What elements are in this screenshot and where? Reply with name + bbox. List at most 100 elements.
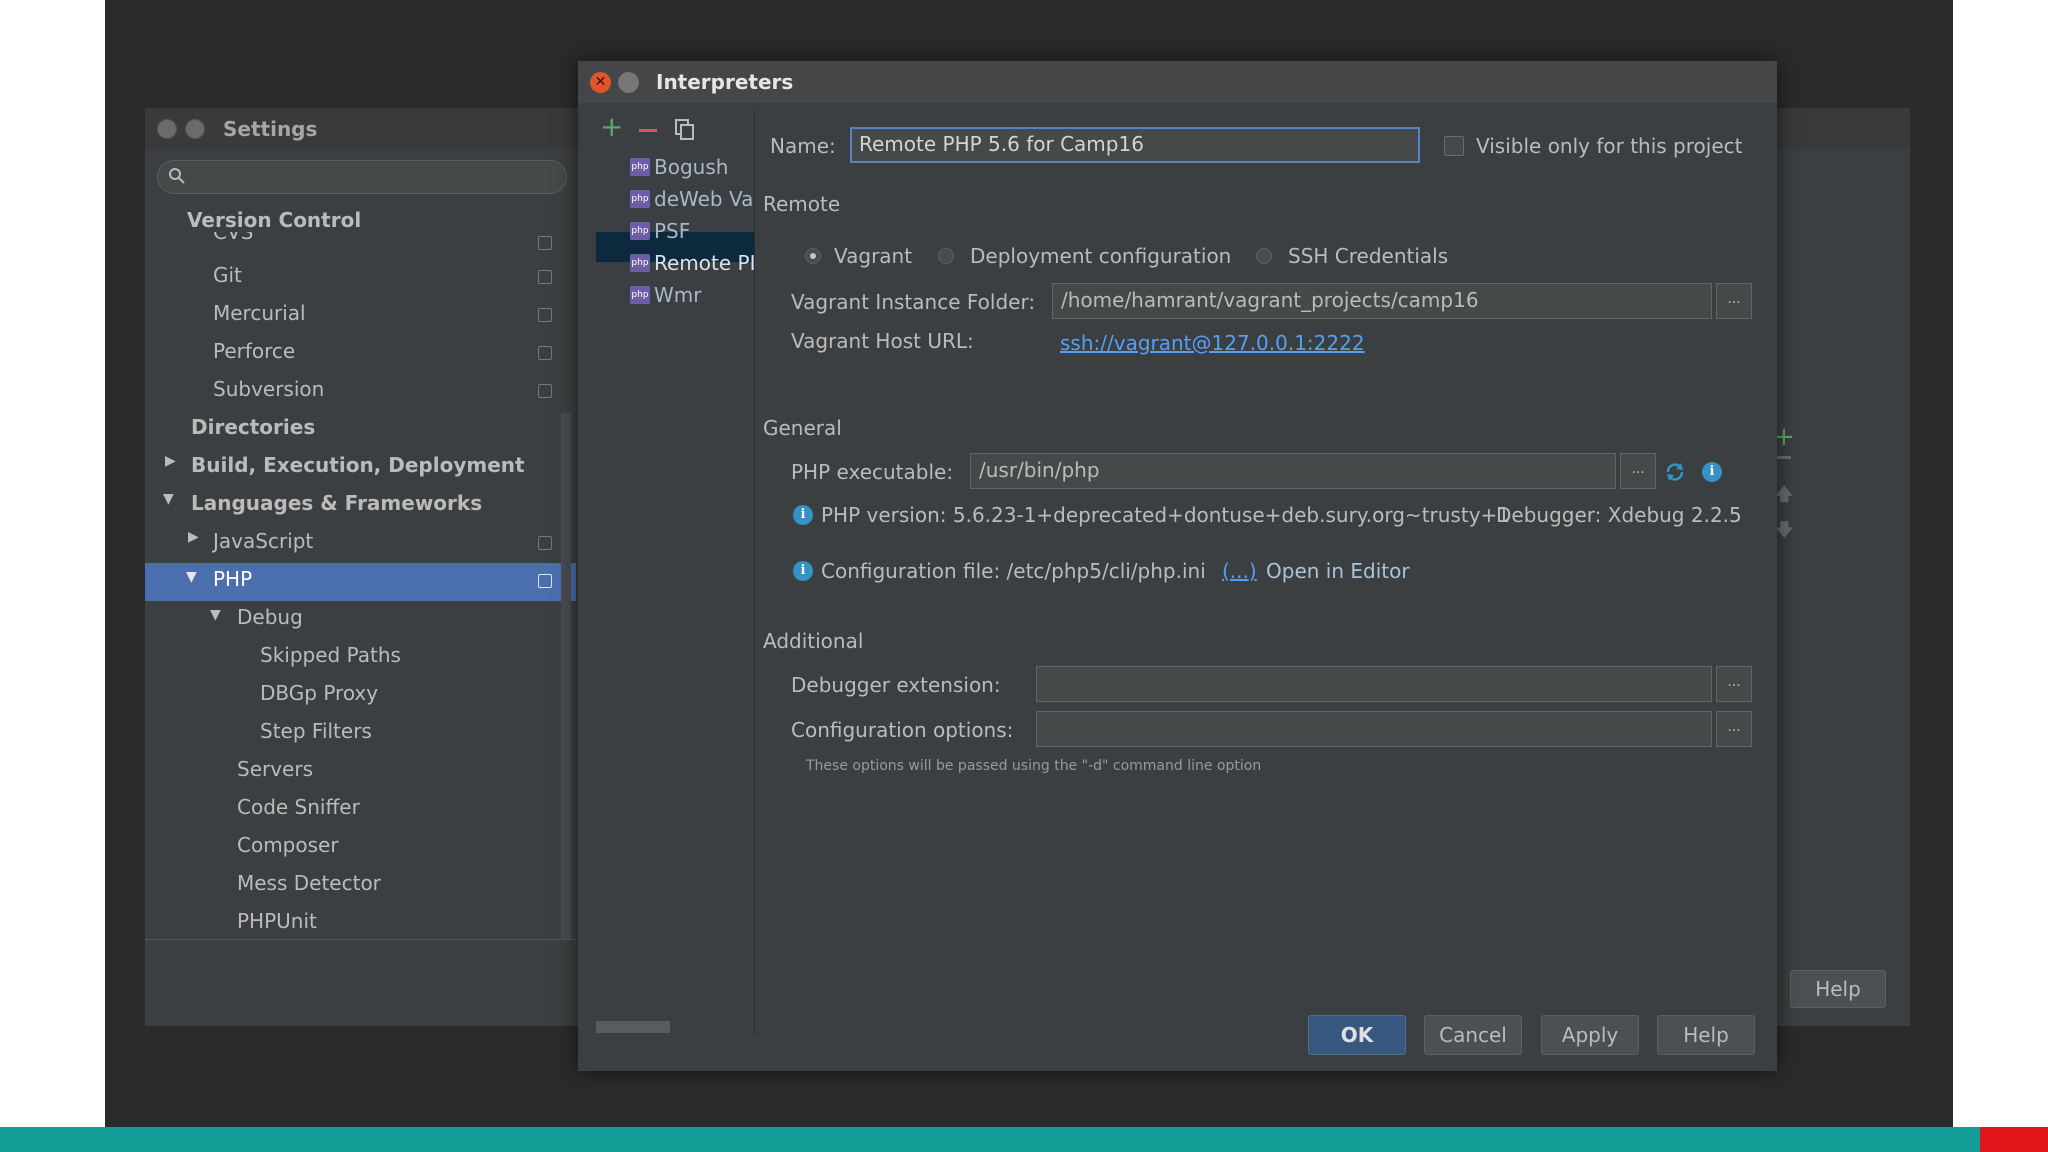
list-horizontal-scrollbar[interactable]: [596, 1021, 670, 1033]
name-label: Name:: [770, 134, 836, 158]
deployment-radio-label[interactable]: Deployment configuration: [970, 244, 1231, 268]
project-scope-icon: [538, 384, 552, 398]
php-executable-input[interactable]: /usr/bin/php: [970, 453, 1616, 489]
debugger-text: Debugger: Xdebug 2.2.5: [1496, 503, 1742, 527]
tree-item-code-sniffer[interactable]: Code Sniffer: [237, 795, 360, 819]
list-item[interactable]: Wmr: [654, 283, 701, 307]
vagrant-host-link[interactable]: ssh://vagrant@127.0.0.1:2222: [1060, 331, 1365, 355]
info-icon[interactable]: i: [1702, 462, 1722, 482]
dialog-close-button[interactable]: ✕: [590, 72, 611, 93]
settings-search-input[interactable]: [157, 160, 567, 194]
interpreter-list[interactable]: php Bogush php deWeb Va php PSF php Remo…: [596, 147, 754, 1035]
config-options-hint: These options will be passed using the "…: [806, 758, 1262, 774]
debugger-extension-label: Debugger extension:: [791, 673, 1001, 697]
vagrant-folder-browse-button[interactable]: ...: [1716, 283, 1752, 319]
tree-item-subversion[interactable]: Subversion: [213, 377, 324, 401]
settings-divider: [145, 939, 576, 940]
expand-arrow-icon[interactable]: ▶: [188, 529, 199, 545]
ssh-radio[interactable]: [1256, 248, 1272, 264]
visible-only-checkbox[interactable]: [1444, 136, 1464, 156]
expand-arrow-icon[interactable]: ▶: [165, 453, 176, 469]
collapse-arrow-icon[interactable]: ▼: [186, 569, 197, 585]
apply-button[interactable]: Apply: [1541, 1015, 1639, 1055]
tree-item-dbgp-proxy[interactable]: DBGp Proxy: [260, 681, 378, 705]
dialog-minimize-button[interactable]: [618, 72, 639, 93]
reload-icon[interactable]: [1664, 461, 1686, 483]
tree-item-languages[interactable]: Languages & Frameworks: [191, 491, 482, 515]
vagrant-host-label: Vagrant Host URL:: [791, 329, 974, 353]
list-item[interactable]: deWeb Va: [654, 187, 754, 211]
add-interpreter-icon[interactable]: +: [600, 113, 623, 141]
interpreters-dialog: ✕ Interpreters + php Bogush php deWeb Va…: [578, 61, 1777, 1071]
config-file-text: Configuration file: /etc/php5/cli/php.in…: [821, 559, 1206, 583]
ssh-radio-label[interactable]: SSH Credentials: [1288, 244, 1448, 268]
settings-close-button[interactable]: [157, 119, 177, 139]
tree-item-debug[interactable]: Debug: [237, 605, 303, 629]
collapse-arrow-icon[interactable]: ▼: [163, 491, 174, 507]
tree-item-perforce[interactable]: Perforce: [213, 339, 295, 363]
tree-item-phpunit[interactable]: PHPUnit: [237, 909, 317, 933]
selected-tree-row: [145, 563, 576, 601]
vagrant-folder-input[interactable]: /home/hamrant/vagrant_projects/camp16: [1052, 283, 1712, 319]
config-options-input[interactable]: [1036, 711, 1712, 747]
tree-item-step-filters[interactable]: Step Filters: [260, 719, 372, 743]
php-executable-browse-button[interactable]: ...: [1620, 453, 1656, 489]
help-button[interactable]: Help: [1657, 1015, 1755, 1055]
debugger-extension-input[interactable]: [1036, 666, 1712, 702]
tree-clip: CVS: [145, 232, 576, 244]
php-icon: php: [630, 190, 650, 208]
settings-minimize-button[interactable]: [185, 119, 205, 139]
info-icon: i: [793, 561, 813, 581]
open-in-editor-link[interactable]: Open in Editor: [1266, 559, 1410, 583]
arrow-down-icon[interactable]: 🡇: [1775, 518, 1794, 548]
settings-help-button[interactable]: Help: [1790, 970, 1886, 1008]
collapse-arrow-icon[interactable]: ▼: [210, 607, 221, 623]
vagrant-radio-label[interactable]: Vagrant: [834, 244, 912, 268]
tree-item-servers[interactable]: Servers: [237, 757, 313, 781]
ok-button[interactable]: OK: [1308, 1015, 1406, 1055]
project-scope-icon: [538, 308, 552, 322]
list-item[interactable]: PSF: [654, 219, 690, 243]
project-scope-icon: [538, 574, 552, 588]
vagrant-radio[interactable]: [805, 248, 821, 264]
debugger-extension-browse-button[interactable]: ...: [1716, 666, 1752, 702]
arrow-up-icon[interactable]: 🡅: [1775, 482, 1794, 512]
list-item[interactable]: Remote PI: [654, 251, 754, 275]
project-scope-icon: [538, 346, 552, 360]
cancel-button[interactable]: Cancel: [1424, 1015, 1522, 1055]
tree-item-mercurial[interactable]: Mercurial: [213, 301, 306, 325]
remote-section-title: Remote: [763, 192, 841, 216]
config-file-link[interactable]: (...): [1222, 559, 1257, 583]
php-icon: php: [630, 222, 650, 240]
remove-interpreter-icon[interactable]: [639, 129, 657, 132]
project-scope-icon: [538, 270, 552, 284]
tree-item-mess-detector[interactable]: Mess Detector: [237, 871, 381, 895]
project-scope-icon: [538, 236, 552, 250]
config-options-label: Configuration options:: [791, 718, 1014, 742]
remove-icon[interactable]: [1775, 456, 1791, 459]
tree-item-version-control[interactable]: Version Control: [187, 208, 361, 232]
tree-item-composer[interactable]: Composer: [237, 833, 339, 857]
tree-scrollbar[interactable]: [561, 413, 571, 939]
php-icon: php: [630, 254, 650, 272]
name-input[interactable]: Remote PHP 5.6 for Camp16: [850, 127, 1420, 163]
visible-only-label: Visible only for this project: [1476, 134, 1743, 158]
general-section-title: General: [763, 416, 842, 440]
splitter[interactable]: [754, 111, 755, 1035]
project-scope-icon: [538, 536, 552, 550]
tree-item-skipped-paths[interactable]: Skipped Paths: [260, 643, 401, 667]
tree-item-cvs[interactable]: CVS: [213, 232, 253, 244]
tree-item-build[interactable]: Build, Execution, Deployment: [191, 453, 525, 477]
tree-item-directories[interactable]: Directories: [191, 415, 315, 439]
dialog-titlebar: ✕ Interpreters: [578, 61, 1777, 103]
bottom-bar: [0, 1127, 1980, 1152]
tree-item-javascript[interactable]: JavaScript: [213, 529, 313, 553]
tree-item-git[interactable]: Git: [213, 263, 242, 287]
tree-item-php[interactable]: PHP: [213, 567, 252, 591]
copy-interpreter-icon[interactable]: [675, 119, 695, 141]
list-item[interactable]: Bogush: [654, 155, 728, 179]
php-icon: php: [630, 286, 650, 304]
config-options-browse-button[interactable]: ...: [1716, 711, 1752, 747]
bottom-bar-accent: [1980, 1127, 2048, 1152]
deployment-radio[interactable]: [938, 248, 954, 264]
